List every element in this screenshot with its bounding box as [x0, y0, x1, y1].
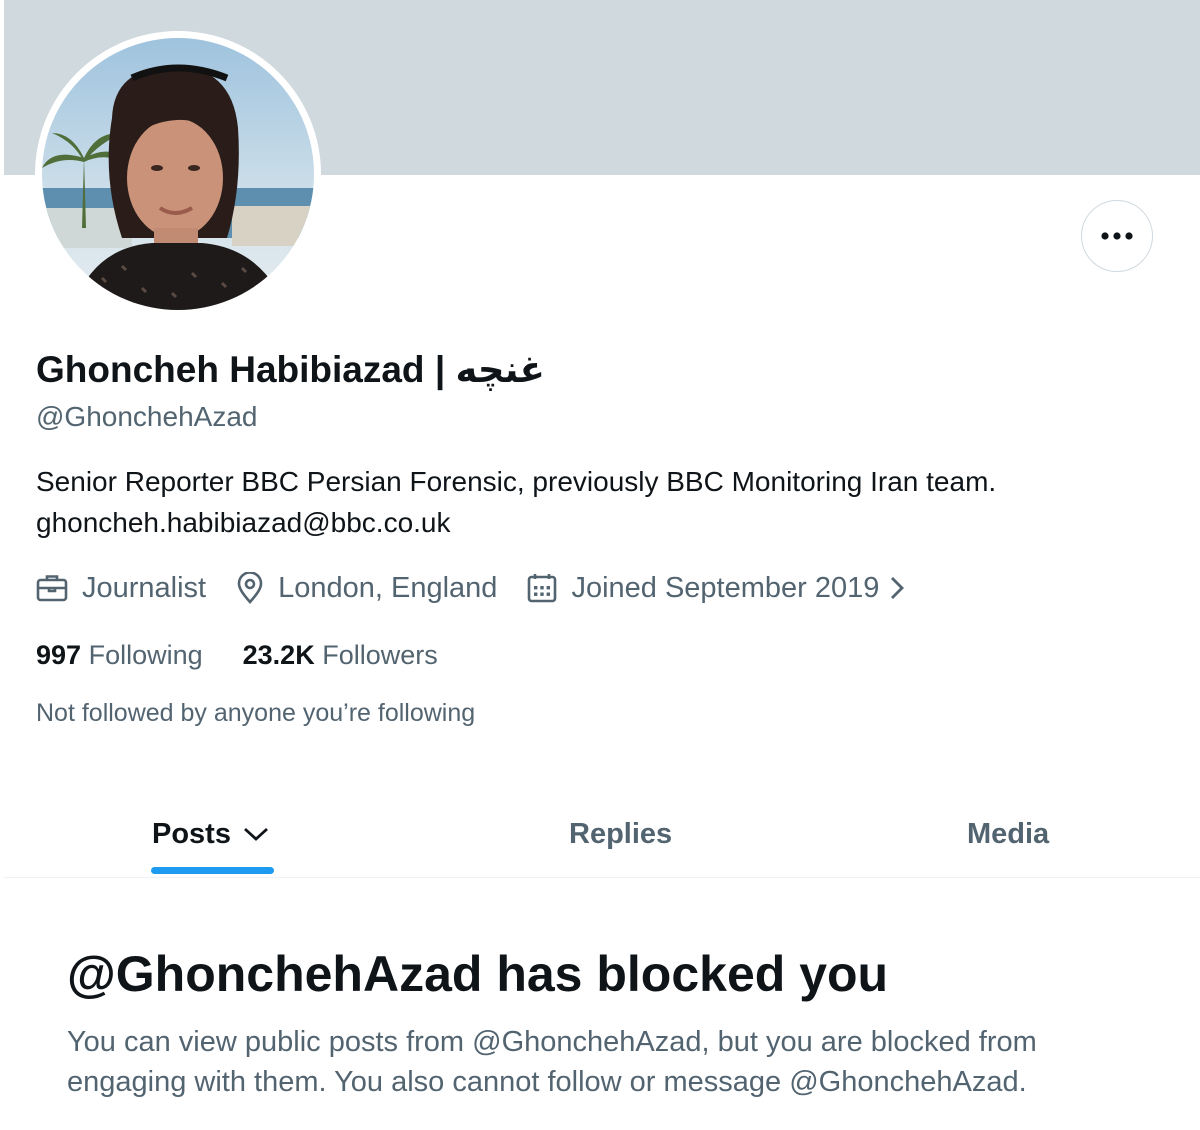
profile-handle: @GhonchehAzad	[36, 401, 258, 432]
profile-display-name: Ghoncheh Habibiazad | غنچه	[36, 349, 545, 390]
tab-posts-label: Posts	[152, 817, 231, 850]
joined-date-link[interactable]: Joined September 2019	[527, 572, 905, 605]
profile-tabs: Posts Replies Media	[4, 790, 1200, 878]
more-options-button[interactable]	[1081, 200, 1153, 272]
active-tab-indicator	[151, 867, 274, 874]
joined-label: Joined September 2019	[571, 571, 880, 604]
tab-media[interactable]: Media	[967, 790, 1049, 878]
location-label: London, England	[278, 571, 498, 604]
following-link[interactable]: 997 Following	[36, 636, 203, 674]
followers-link[interactable]: 23.2K Followers	[243, 636, 438, 674]
following-label: Following	[88, 640, 203, 670]
avatar[interactable]	[35, 31, 321, 317]
profession-item: Journalist	[36, 572, 206, 605]
bio-email: ghoncheh.habibiazad@bbc.co.uk	[36, 507, 451, 538]
tab-replies[interactable]: Replies	[569, 790, 672, 878]
following-count: 997	[36, 640, 82, 670]
chevron-down-icon	[244, 827, 268, 841]
chevron-right-icon	[891, 577, 905, 599]
bio-line: Senior Reporter BBC Persian Forensic, pr…	[36, 466, 997, 497]
followers-label: Followers	[322, 640, 438, 670]
followers-count: 23.2K	[242, 640, 315, 670]
more-horizontal-icon	[1101, 232, 1133, 240]
briefcase-icon	[36, 575, 68, 602]
avatar-photo	[42, 38, 314, 310]
blocked-message-line: You can view public posts from @Ghoncheh…	[67, 1026, 1037, 1058]
tab-replies-label: Replies	[569, 817, 673, 850]
location-pin-icon	[237, 572, 263, 604]
location-item: London, England	[236, 572, 497, 605]
follow-stats: 997 Following 23.2K Followers	[36, 636, 478, 674]
profile-bio: Senior Reporter BBC Persian Forensic, pr…	[36, 461, 1156, 543]
profile-meta: Journalist London, England Joined Septem…	[36, 568, 905, 608]
blocked-title: @GhonchehAzad has blocked you	[67, 946, 889, 1002]
calendar-icon	[528, 574, 557, 603]
followed-by-text: Not followed by anyone you’re following	[36, 699, 476, 727]
tab-media-label: Media	[967, 817, 1050, 850]
profession-label: Journalist	[82, 571, 207, 604]
blocked-message: You can view public posts from @Ghoncheh…	[67, 1022, 1167, 1102]
tab-posts[interactable]: Posts	[152, 790, 269, 878]
blocked-message-line: engaging with them. You also cannot foll…	[67, 1066, 1027, 1098]
